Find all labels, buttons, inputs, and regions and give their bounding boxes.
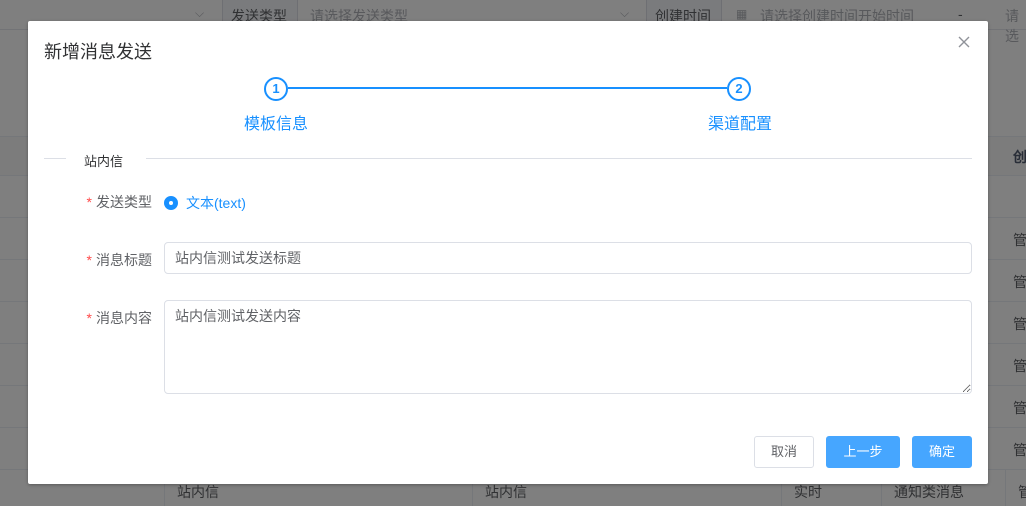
- required-mark: *: [86, 310, 92, 326]
- message-title-input[interactable]: [164, 242, 972, 274]
- message-content-label: * 消息内容: [68, 308, 152, 328]
- radio-checked-icon[interactable]: [164, 196, 178, 210]
- step-1-icon: 1: [264, 77, 288, 101]
- message-content-label-text: 消息内容: [96, 310, 152, 326]
- send-type-label-text: 发送类型: [96, 194, 152, 210]
- step-2-icon: 2: [727, 77, 751, 101]
- divider: [146, 158, 972, 159]
- radio-label[interactable]: 文本(text): [186, 193, 246, 213]
- confirm-button[interactable]: 确定: [912, 436, 972, 468]
- steps-connector-line: [288, 87, 727, 89]
- add-message-send-dialog: 新增消息发送 1 2 模板信息 渠道配置 站内信 * 发送类型 文本(text) …: [28, 21, 988, 484]
- step-1-title: 模板信息: [243, 116, 308, 133]
- step-2-title: 渠道配置: [707, 116, 772, 133]
- send-type-label: * 发送类型: [68, 192, 152, 212]
- required-mark: *: [86, 252, 92, 268]
- message-title-label: * 消息标题: [68, 250, 152, 270]
- section-divider-title: 站内信: [84, 154, 124, 169]
- previous-step-button[interactable]: 上一步: [826, 436, 900, 468]
- message-content-textarea[interactable]: 站内信测试发送内容: [164, 300, 972, 394]
- required-mark: *: [86, 194, 92, 210]
- divider: [44, 158, 66, 159]
- send-type-radio-text[interactable]: 文本(text): [164, 193, 246, 213]
- dialog-title: 新增消息发送: [44, 42, 152, 62]
- close-icon[interactable]: [956, 34, 972, 50]
- message-title-label-text: 消息标题: [96, 252, 152, 268]
- cancel-button[interactable]: 取消: [754, 436, 814, 468]
